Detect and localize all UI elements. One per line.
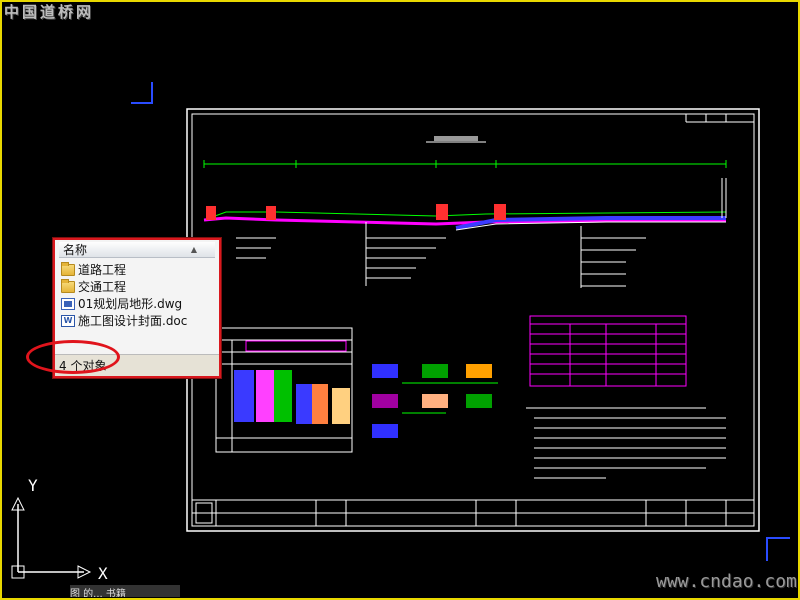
callout-ellipse [26, 340, 120, 374]
watermark-bottom: www.cndao.com [656, 571, 797, 592]
ucs-icon: Y X [6, 476, 116, 586]
bottom-strip: 图 的... 书籍 [70, 585, 180, 597]
file-item-dwg[interactable]: 01规划局地形.dwg [61, 295, 215, 312]
name-column-header[interactable]: 名称 ▲ [59, 242, 215, 258]
file-item-folder-traffic[interactable]: 交通工程 [61, 278, 215, 295]
watermark-top: 中国道桥网 [4, 3, 95, 21]
viewport-corner-top-left [131, 82, 153, 104]
folder-icon [61, 278, 75, 293]
ucs-x-label: X [98, 564, 108, 583]
viewport-corner-bottom-right [766, 537, 790, 561]
file-list: 道路工程 交通工程 01规划局地形.dwg W 施工图设计封面.doc [61, 261, 215, 329]
cad-drawing-sheet[interactable] [186, 108, 760, 532]
file-item-folder-road[interactable]: 道路工程 [61, 261, 215, 278]
sort-up-icon: ▲ [190, 245, 197, 254]
file-item-label: 交通工程 [78, 280, 127, 294]
name-column-label: 名称 [63, 243, 88, 257]
file-item-label: 01规划局地形.dwg [78, 297, 183, 311]
ucs-y-label: Y [28, 476, 38, 495]
file-item-label: 道路工程 [78, 263, 127, 277]
file-item-doc[interactable]: W 施工图设计封面.doc [61, 312, 215, 329]
folder-icon [61, 261, 75, 276]
word-document-icon: W [61, 314, 75, 327]
dwg-file-icon [61, 297, 75, 310]
cad-drawing-canvas [186, 108, 760, 532]
file-item-label: 施工图设计封面.doc [78, 314, 188, 328]
